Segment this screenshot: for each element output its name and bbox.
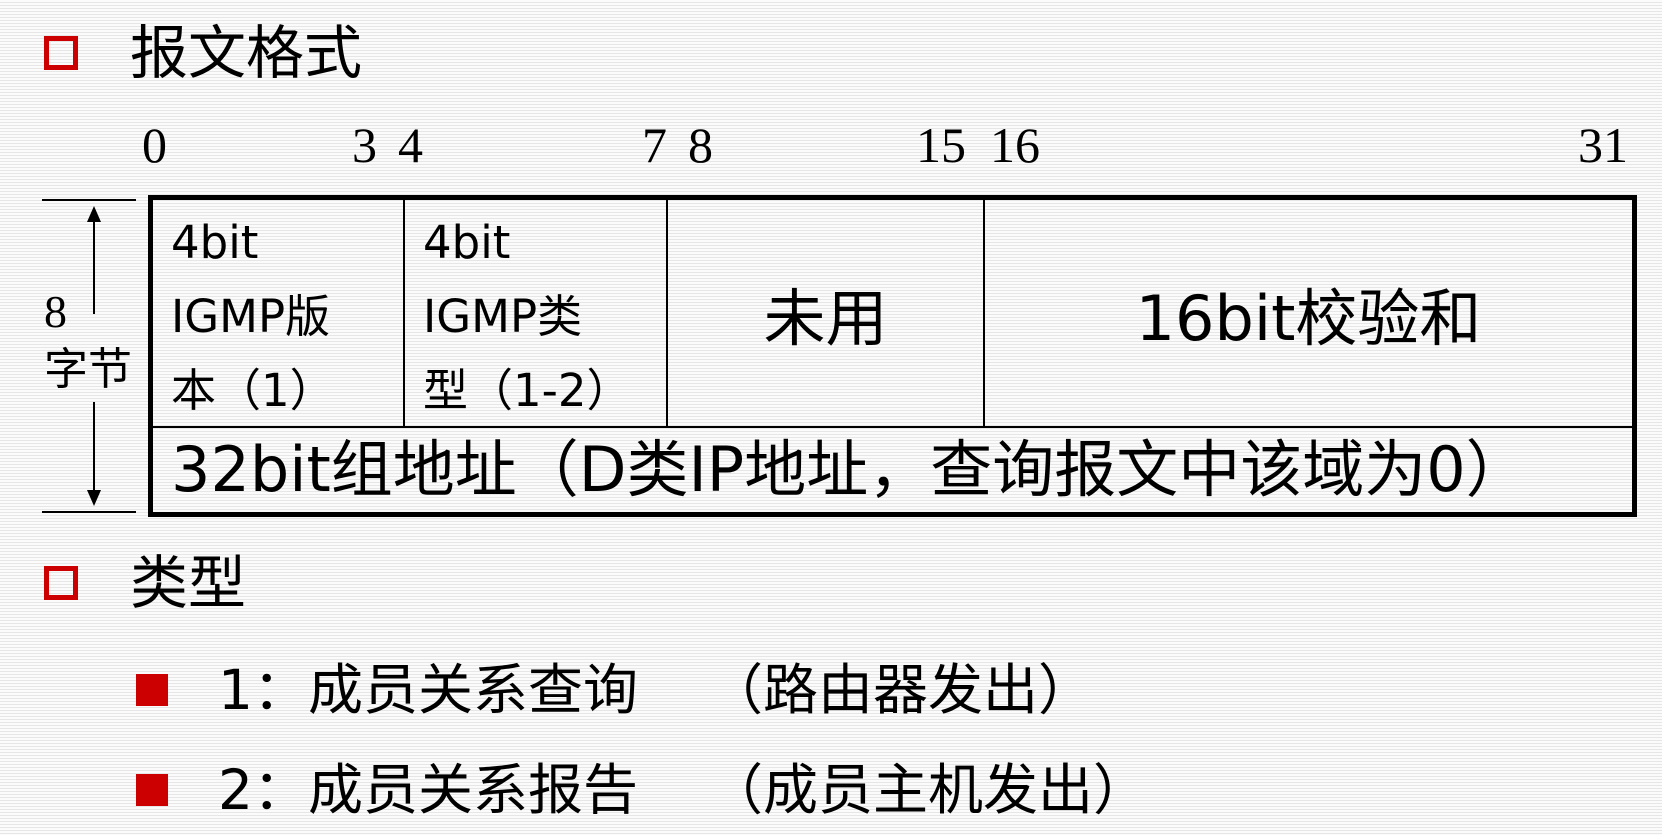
solid-square-bullet-icon <box>136 774 168 806</box>
bit-label-15: 15 <box>916 117 966 173</box>
section-title-types: 类型 <box>130 549 247 617</box>
list-item: 1：成员关系查询 （路由器发出） <box>218 658 1093 722</box>
field-value: 型（1-2） <box>423 364 632 417</box>
hollow-square-bullet-icon <box>44 566 78 600</box>
solid-square-bullet-icon <box>136 674 168 706</box>
type-note: （成员主机发出） <box>708 758 1149 822</box>
field-unused: 未用 <box>668 200 983 426</box>
field-size: 4bit <box>423 216 511 269</box>
section-title-message-format: 报文格式 <box>130 19 363 87</box>
field-checksum: 16bit校验和 <box>985 200 1632 426</box>
field-unused-label: 未用 <box>763 282 888 355</box>
row-divider <box>153 426 1632 428</box>
field-name: IGMP版 <box>171 290 331 343</box>
field-igmp-type: 4bit IGMP类 型（1-2） <box>405 200 666 426</box>
bit-label-8: 8 <box>688 117 713 173</box>
field-igmp-version: 4bit IGMP版 本（1） <box>153 200 403 426</box>
type-label: 2：成员关系报告 <box>218 758 638 822</box>
bit-label-16: 16 <box>990 117 1040 173</box>
list-item: 2：成员关系报告 （成员主机发出） <box>218 758 1148 822</box>
dimension-value: 8 <box>44 286 67 337</box>
field-checksum-label: 16bit校验和 <box>1135 282 1482 355</box>
bit-label-4: 4 <box>398 117 423 173</box>
igmp-packet-format-table: 4bit IGMP版 本（1） 4bit IGMP类 型（1-2） 未用 16b… <box>148 195 1637 517</box>
field-name: IGMP类 <box>423 290 583 343</box>
type-note: （路由器发出） <box>708 658 1094 722</box>
type-label: 1：成员关系查询 <box>218 658 638 722</box>
bit-label-7: 7 <box>642 117 667 173</box>
bit-label-3: 3 <box>352 117 377 173</box>
dimension-unit: 字节 <box>44 344 132 395</box>
bit-label-31: 31 <box>1578 117 1628 173</box>
hollow-square-bullet-icon <box>44 36 78 70</box>
field-size: 4bit <box>171 216 259 269</box>
bit-label-0: 0 <box>142 117 167 173</box>
field-group-address: 32bit组地址（D类IP地址，查询报文中该域为0） <box>171 433 1528 506</box>
field-value: 本（1） <box>171 364 335 417</box>
